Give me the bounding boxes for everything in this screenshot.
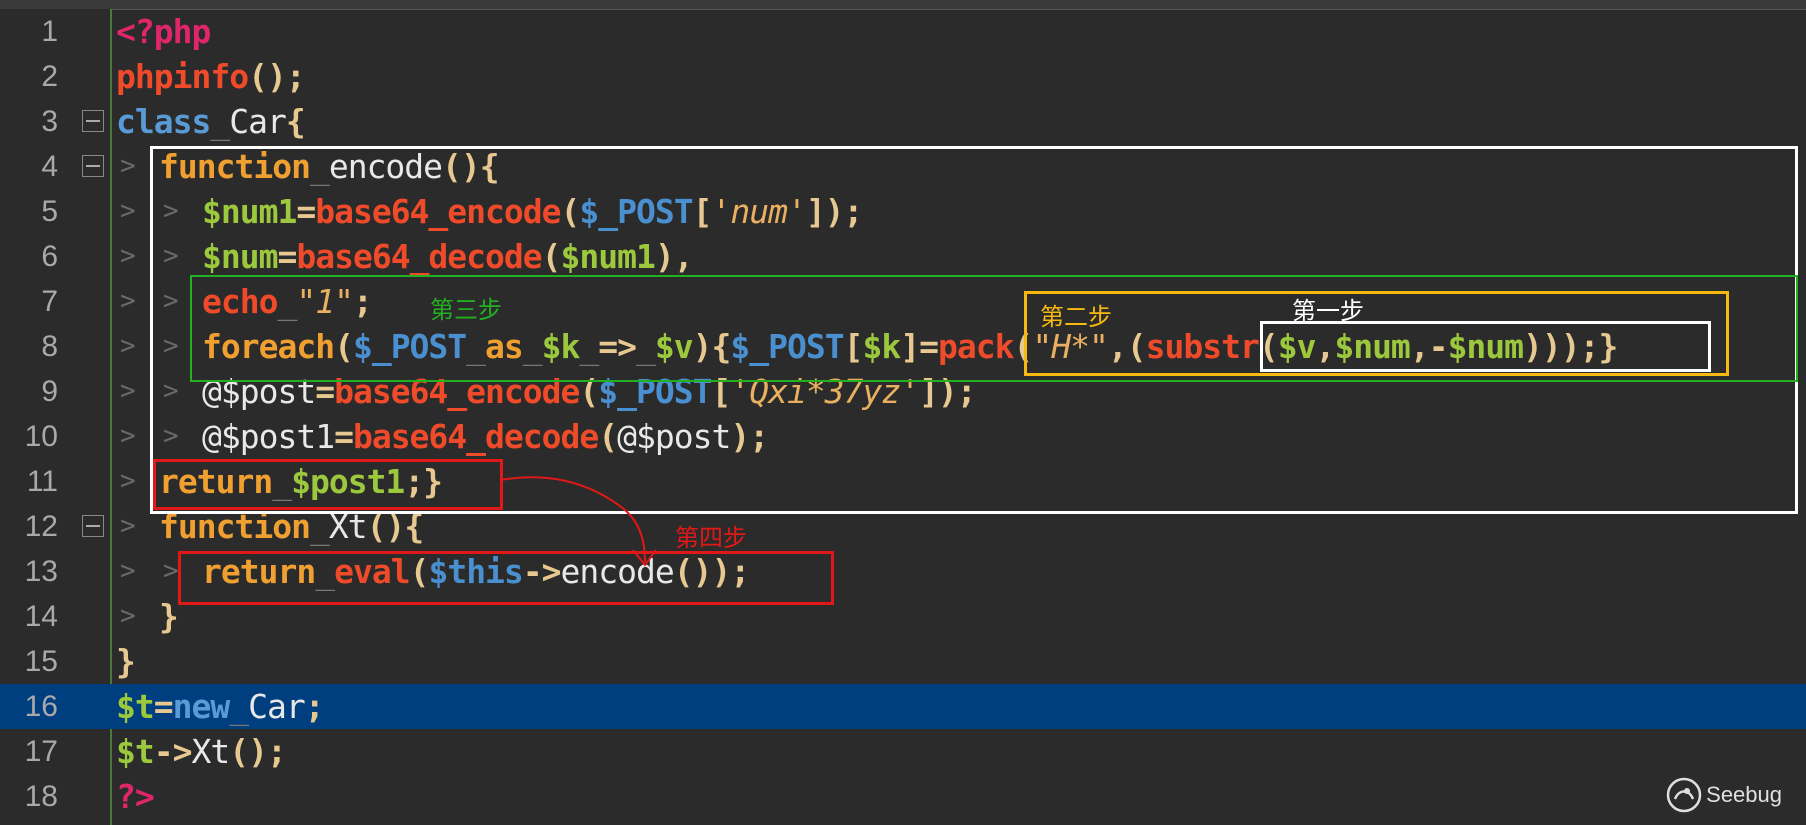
- code-token: ;: [304, 687, 325, 726]
- line-number: 18: [24, 780, 58, 813]
- code-text: $t->Xt();: [116, 729, 287, 774]
- line-number: 11: [26, 465, 58, 498]
- code-token: phpinfo: [116, 57, 249, 96]
- indent-guide-icon: >: [120, 241, 136, 271]
- code-token: ?>: [116, 777, 155, 816]
- line-number: 17: [24, 735, 58, 768]
- code-line[interactable]: 16 $t=new_Car;: [0, 684, 1806, 729]
- code-token: $t: [116, 732, 155, 771]
- fold-toggle-icon[interactable]: [82, 515, 104, 537]
- line-number: 6: [41, 240, 58, 273]
- fold-toggle-icon[interactable]: [82, 155, 104, 177]
- code-text: ?>: [116, 774, 155, 819]
- line-number: 9: [41, 375, 58, 408]
- code-line[interactable]: 1 <?php: [0, 9, 1806, 54]
- code-token: }: [116, 642, 136, 681]
- indent-guide-icon: >: [120, 151, 136, 181]
- indent-guide-icon: >: [120, 196, 136, 226]
- line-number: 16: [24, 690, 58, 723]
- line-number: 5: [41, 195, 58, 228]
- line-number: 12: [24, 510, 58, 543]
- step2-label: 第二步: [1040, 303, 1112, 331]
- indent-guide-icon: >: [120, 511, 136, 541]
- code-token: ();: [229, 732, 287, 771]
- step4-return-box: [153, 459, 503, 510]
- code-token: Car: [248, 687, 306, 726]
- code-text: }: [116, 639, 136, 684]
- indent-guide-icon: >: [120, 286, 136, 316]
- line-number: 2: [41, 60, 58, 93]
- step1-highlight-box: [1260, 321, 1711, 372]
- indent-guide-icon: >: [120, 601, 136, 631]
- code-token: =: [153, 687, 174, 726]
- line-number: 1: [41, 15, 58, 48]
- indent-guide-icon: >: [163, 556, 179, 586]
- indent-guide-icon: >: [120, 556, 136, 586]
- code-text: <?php: [116, 9, 211, 54]
- line-number: 4: [41, 150, 58, 183]
- indent-guide-icon: >: [120, 376, 136, 406]
- line-number: 8: [41, 330, 58, 363]
- code-line[interactable]: 18 ?>: [0, 774, 1806, 819]
- line-number: 10: [24, 420, 58, 453]
- code-line[interactable]: 15}: [0, 639, 1806, 684]
- code-text: }: [159, 594, 179, 639]
- seebug-watermark: Seebug: [1666, 777, 1782, 813]
- fold-toggle-icon[interactable]: [82, 110, 104, 132]
- indent-guide-icon: >: [120, 466, 136, 496]
- code-line[interactable]: 2 phpinfo();: [0, 54, 1806, 99]
- indent-guide-icon: >: [120, 331, 136, 361]
- code-token: new: [172, 687, 231, 726]
- line-number: 15: [24, 645, 58, 678]
- step4-label: 第四步: [675, 524, 747, 552]
- code-line[interactable]: 17 $t->Xt();: [0, 729, 1806, 774]
- code-token: _: [229, 687, 249, 726]
- code-text: phpinfo();: [116, 54, 306, 99]
- watermark-text: Seebug: [1706, 782, 1782, 807]
- line-number: 3: [41, 105, 58, 138]
- seebug-logo-icon: [1666, 777, 1702, 813]
- code-text: $t=new_Car;: [116, 684, 325, 729]
- code-token: }: [159, 597, 179, 636]
- code-token: <?php: [116, 12, 211, 51]
- step3-label: 第三步: [430, 296, 502, 324]
- code-token: class: [116, 102, 211, 141]
- code-text: class_Car{: [116, 99, 306, 144]
- line-number: 14: [24, 600, 58, 633]
- step4-eval-box: [178, 551, 834, 605]
- line-number: 13: [24, 555, 58, 588]
- step1-label: 第一步: [1292, 297, 1364, 325]
- code-token: {: [285, 102, 306, 141]
- code-token: _: [210, 102, 230, 141]
- code-line[interactable]: 3 class_Car{: [0, 99, 1806, 144]
- code-token: Xt: [191, 732, 231, 771]
- code-token: $t: [116, 687, 155, 726]
- line-number: 7: [41, 285, 58, 318]
- indent-guide-icon: >: [120, 421, 136, 451]
- code-token: ->: [153, 732, 193, 771]
- code-token: ();: [248, 57, 306, 96]
- code-token: Car: [229, 102, 287, 141]
